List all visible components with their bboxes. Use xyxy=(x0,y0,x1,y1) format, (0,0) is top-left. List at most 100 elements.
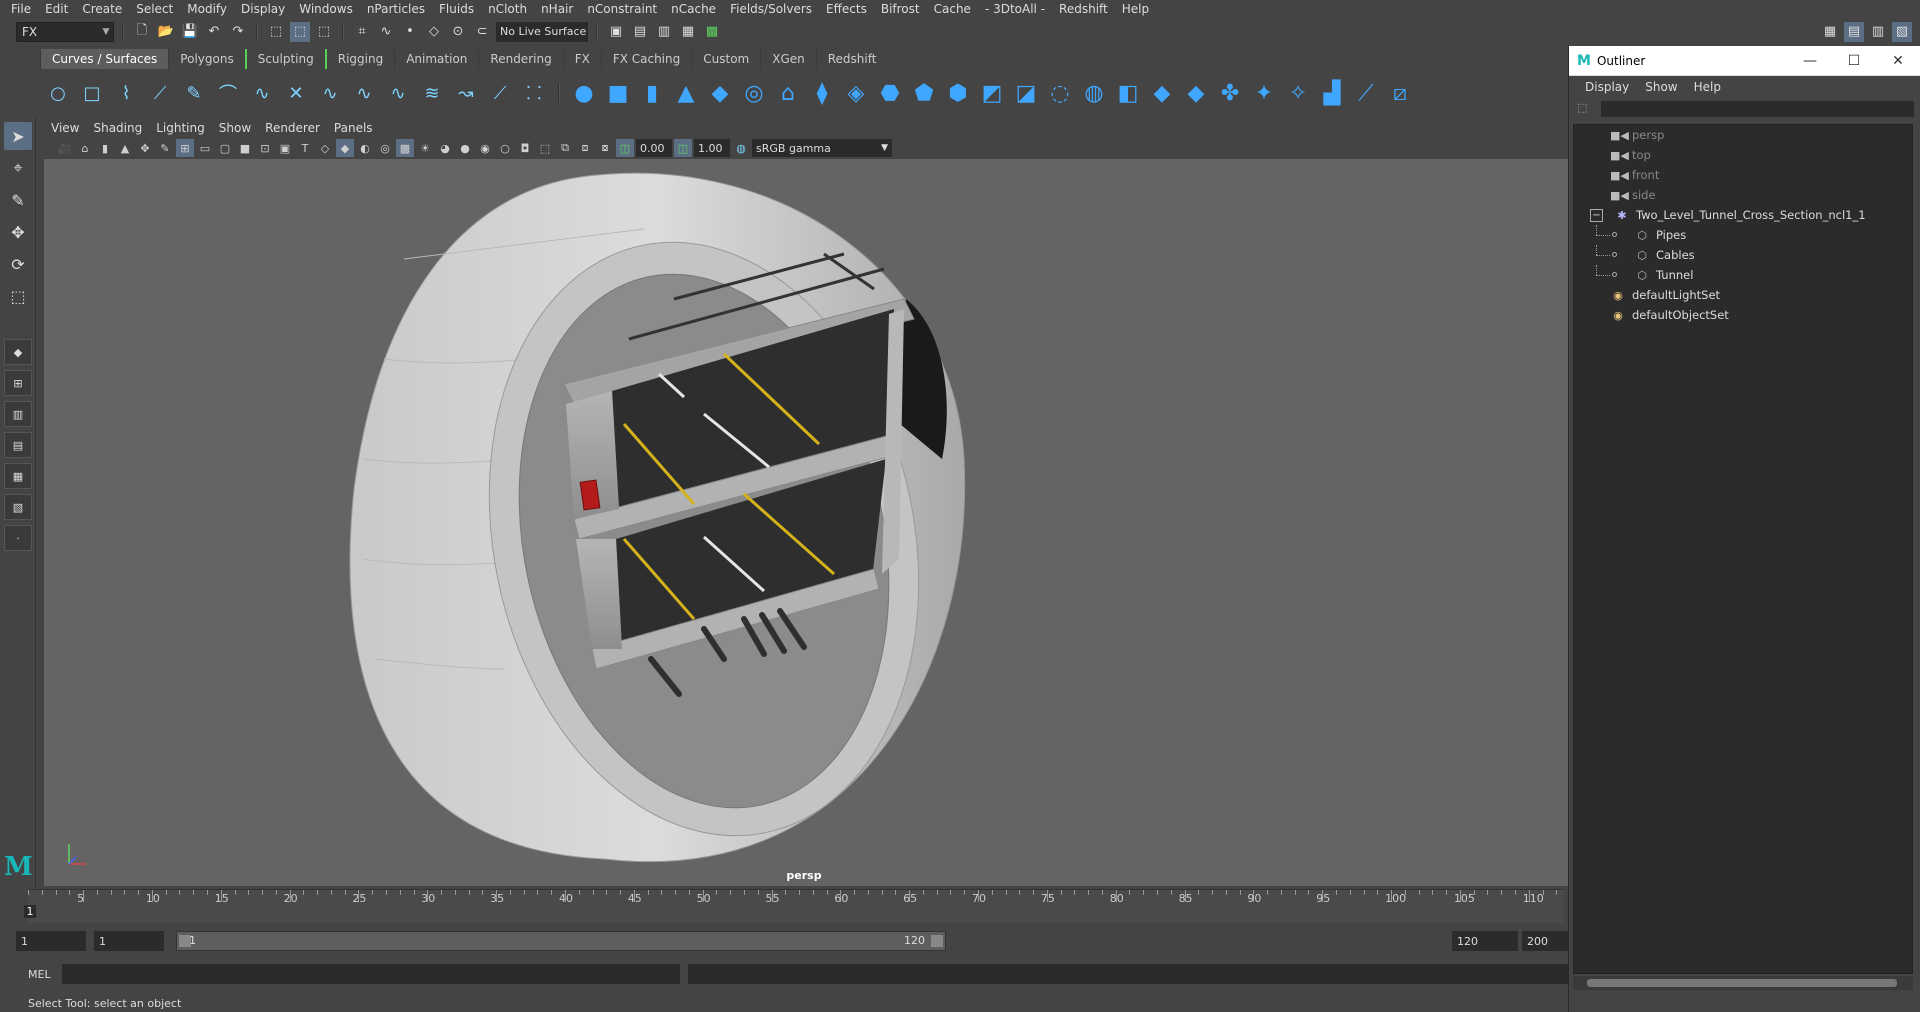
curve-insert-knot-icon[interactable]: ⸬ xyxy=(520,79,548,107)
menu-set-selector[interactable]: FX ▼ xyxy=(16,21,114,42)
range-slider[interactable]: 1 120 xyxy=(176,931,946,951)
xray-joints-icon[interactable]: ⧇ xyxy=(596,139,614,157)
outliner-menu-show[interactable]: Show xyxy=(1637,80,1685,94)
gate-mask-icon[interactable]: ■ xyxy=(236,139,254,157)
viewport-menu-panels[interactable]: Panels xyxy=(327,121,380,135)
outliner-item[interactable]: ◉ defaultObjectSet xyxy=(1574,305,1912,325)
image-plane-icon[interactable]: ▲ xyxy=(116,139,134,157)
nurbs-cylinder-icon[interactable]: ▮ xyxy=(638,79,666,107)
menu-ncloth[interactable]: nCloth xyxy=(481,2,534,16)
shelf-tab-sculpting[interactable]: Sculpting xyxy=(244,49,325,69)
shelf-tab-rendering[interactable]: Rendering xyxy=(478,49,562,69)
persp-graph-layout-icon[interactable]: ▤ xyxy=(4,432,32,458)
close-icon[interactable]: ✕ xyxy=(1876,53,1920,69)
menu-select[interactable]: Select xyxy=(129,2,180,16)
shadows-icon[interactable]: ◕ xyxy=(436,139,454,157)
magnet-icon[interactable]: ⊂ xyxy=(472,22,492,42)
render-settings-icon[interactable]: ▦ xyxy=(678,22,698,42)
animation-end-field[interactable]: 200 xyxy=(1522,931,1568,951)
open-close-surfaces-icon[interactable]: ✧ xyxy=(1284,79,1312,107)
nurbs-square-icon[interactable]: □ xyxy=(78,79,106,107)
menu-redshift[interactable]: Redshift xyxy=(1052,2,1115,16)
intersect-surfaces-icon[interactable]: ◍ xyxy=(1080,79,1108,107)
outliner-item[interactable]: ■◀ top xyxy=(1574,145,1912,165)
live-surface-field[interactable]: No Live Surface xyxy=(496,21,588,42)
align-surfaces-icon[interactable]: ✦ xyxy=(1250,79,1278,107)
open-scene-icon[interactable]: 📂 xyxy=(156,22,176,42)
revolve-icon[interactable]: ⌂ xyxy=(774,79,802,107)
untrim-icon[interactable]: ◆ xyxy=(1148,79,1176,107)
lock-camera-icon[interactable]: ⌂ xyxy=(76,139,94,157)
insert-isoparms-icon[interactable]: ▟ xyxy=(1318,79,1346,107)
isolate-select-icon[interactable]: ⬚ xyxy=(536,139,554,157)
motion-blur-icon[interactable]: ◉ xyxy=(476,139,494,157)
snap-point-icon[interactable]: • xyxy=(400,22,420,42)
select-camera-icon[interactable]: 🎥 xyxy=(56,139,74,157)
extrude-icon[interactable]: ⬣ xyxy=(876,79,904,107)
command-language-label[interactable]: MEL xyxy=(0,968,60,981)
wireframe-icon[interactable]: ◇ xyxy=(316,139,334,157)
four-view-layout-icon[interactable]: ⊞ xyxy=(4,370,32,396)
textured-icon[interactable]: ▩ xyxy=(396,139,414,157)
detach-surfaces-icon[interactable]: ✤ xyxy=(1216,79,1244,107)
menu-fluids[interactable]: Fluids xyxy=(432,2,481,16)
minimize-icon[interactable]: — xyxy=(1788,53,1832,69)
curve-reverse-icon[interactable]: ↝ xyxy=(452,79,480,107)
hypershade-icon[interactable]: ▩ xyxy=(702,22,722,42)
shelf-tab-fx-caching[interactable]: FX Caching xyxy=(600,49,691,69)
bevel-plus-icon[interactable]: ◪ xyxy=(1012,79,1040,107)
exposure-field[interactable]: 0.00 xyxy=(636,139,672,157)
grease-pencil-icon[interactable]: ✎ xyxy=(156,139,174,157)
planar-icon[interactable]: ◈ xyxy=(842,79,870,107)
shelf-tab-fx[interactable]: FX xyxy=(562,49,601,69)
lasso-tool-icon[interactable]: ⌖ xyxy=(4,154,32,182)
menu-help[interactable]: Help xyxy=(1115,2,1156,16)
viewport-menu-renderer[interactable]: Renderer xyxy=(258,121,327,135)
maximize-icon[interactable]: ☐ xyxy=(1832,53,1876,69)
outliner-search-input[interactable] xyxy=(1601,101,1914,117)
outliner-menu-help[interactable]: Help xyxy=(1686,80,1729,94)
nurbs-cone-icon[interactable]: ▲ xyxy=(672,79,700,107)
custom-layout-icon[interactable]: · xyxy=(4,525,32,551)
menu-bifrost[interactable]: Bifrost xyxy=(874,2,927,16)
birail-icon[interactable]: ⬟ xyxy=(910,79,938,107)
scrollbar-thumb[interactable] xyxy=(1587,979,1897,987)
outliner-item[interactable]: ■◀ side xyxy=(1574,185,1912,205)
safe-title-icon[interactable]: T xyxy=(296,139,314,157)
render-frame-icon[interactable]: ▤ xyxy=(630,22,650,42)
use-all-lights-icon[interactable]: ☀ xyxy=(416,139,434,157)
hypershade-layout-icon[interactable]: ▦ xyxy=(4,463,32,489)
resolution-gate-icon[interactable]: ▢ xyxy=(216,139,234,157)
animation-start-field[interactable]: 1 xyxy=(16,931,86,951)
safe-action-icon[interactable]: ▣ xyxy=(276,139,294,157)
menu-cache[interactable]: Cache xyxy=(927,2,978,16)
screen-space-ao-icon[interactable]: ● xyxy=(456,139,474,157)
rebuild-surfaces-icon[interactable]: ⧄ xyxy=(1386,79,1414,107)
outliner-item[interactable]: ■◀ persp xyxy=(1574,125,1912,145)
menu-ncache[interactable]: nCache xyxy=(664,2,723,16)
curve-detach-icon[interactable]: ∿ xyxy=(350,79,378,107)
viewport-menu-lighting[interactable]: Lighting xyxy=(149,121,212,135)
shelf-tab-polygons[interactable]: Polygons xyxy=(168,49,244,69)
outliner-item[interactable]: ■◀ front xyxy=(1574,165,1912,185)
menu-nparticles[interactable]: nParticles xyxy=(360,2,432,16)
shelf-tab-custom[interactable]: Custom xyxy=(691,49,760,69)
pencil-curve-icon[interactable]: ✎ xyxy=(180,79,208,107)
menu-3dtoall[interactable]: - 3DtoAll - xyxy=(978,2,1052,16)
single-view-layout-icon[interactable]: ◆ xyxy=(4,339,32,365)
curve-rebuild-icon[interactable]: ∿ xyxy=(384,79,412,107)
menu-edit[interactable]: Edit xyxy=(38,2,75,16)
current-frame-marker[interactable]: 1 xyxy=(24,905,36,918)
ep-curve-icon[interactable]: ⟋ xyxy=(146,79,174,107)
new-scene-icon[interactable]: 🗋 xyxy=(132,22,152,42)
playback-end-field[interactable]: 120 xyxy=(1452,931,1518,951)
boundary-icon[interactable]: ⬢ xyxy=(944,79,972,107)
cv-curve-icon[interactable]: ⌇ xyxy=(112,79,140,107)
viewport-menu-view[interactable]: View xyxy=(44,121,86,135)
redo-icon[interactable]: ↷ xyxy=(228,22,248,42)
nurbs-circle-icon[interactable]: ○ xyxy=(44,79,72,107)
outliner-item[interactable]: − ✱ Two_Level_Tunnel_Cross_Section_ncl1_1 xyxy=(1574,205,1912,225)
select-component-icon[interactable]: ⬚ xyxy=(314,22,334,42)
view-transform-dropdown[interactable]: sRGB gamma ▼ xyxy=(752,139,892,157)
modeling-toolkit-icon[interactable]: ▦ xyxy=(1820,22,1840,42)
